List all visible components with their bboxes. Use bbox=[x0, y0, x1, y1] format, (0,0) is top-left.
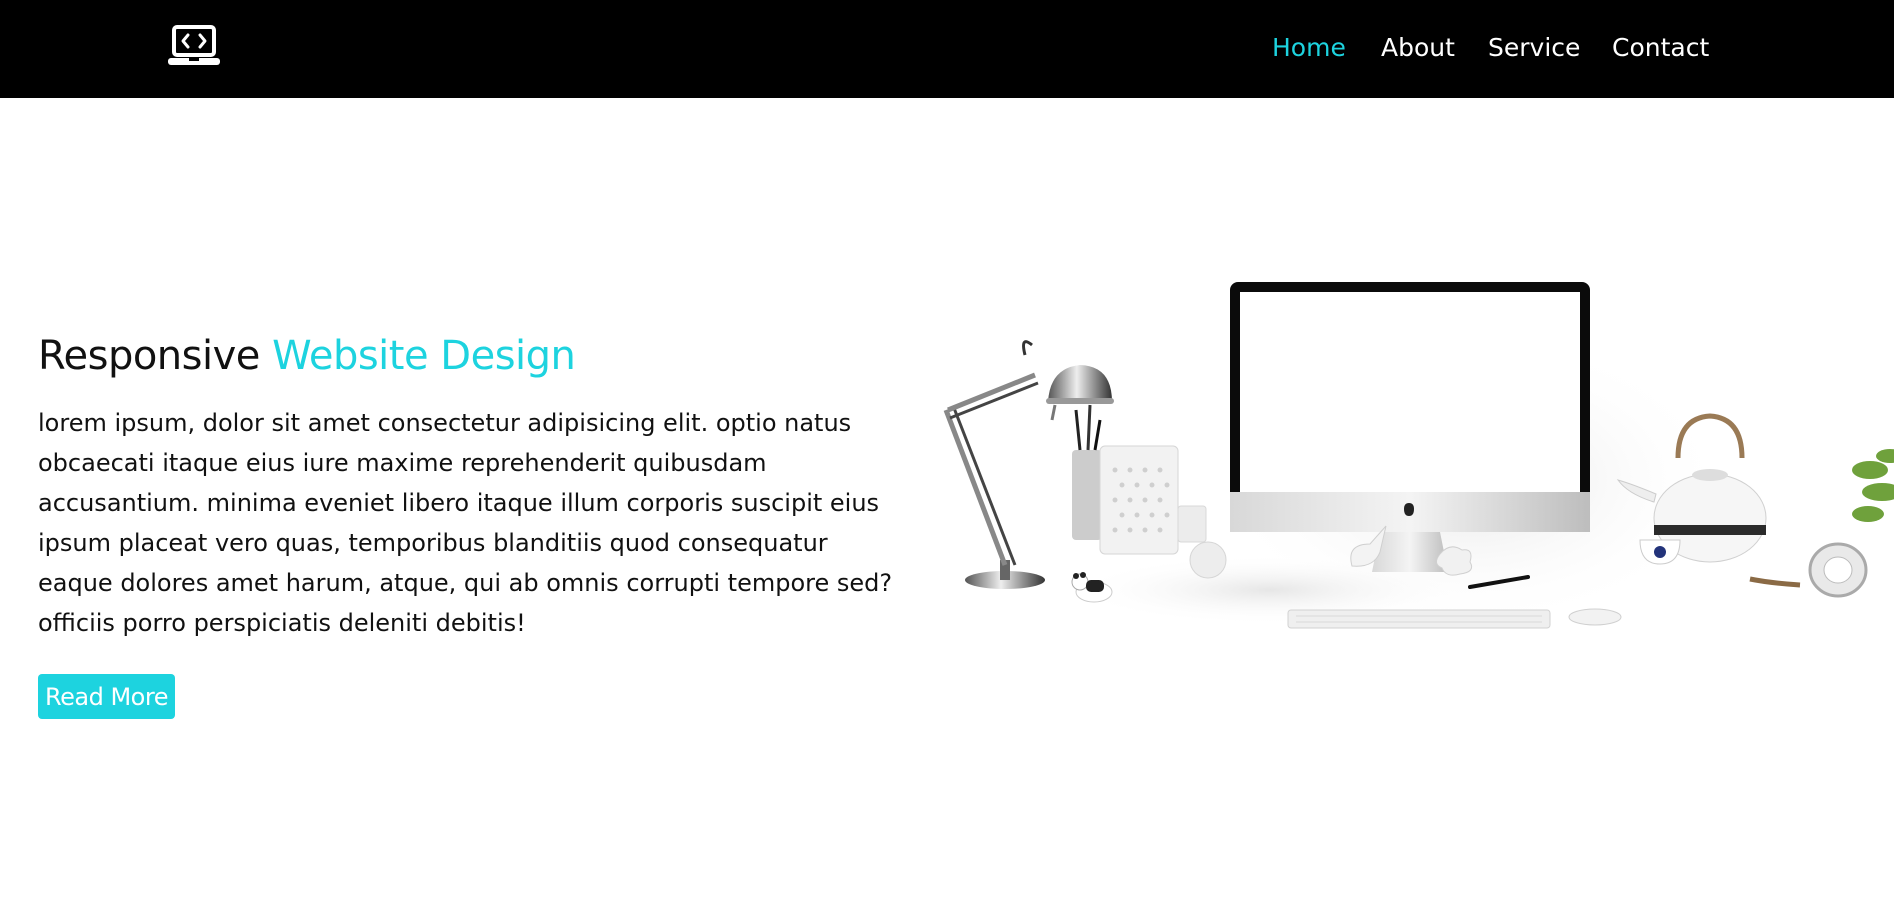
hero-title-part1: Responsive bbox=[38, 333, 260, 379]
desk-with-computer-illustration bbox=[943, 282, 1894, 630]
hero-title: Responsive Website Design bbox=[38, 328, 576, 384]
read-more-button[interactable]: Read More bbox=[38, 674, 175, 719]
pencil-holders bbox=[1072, 404, 1227, 579]
hero-description: lorem ipsum, dolor sit amet consectetur … bbox=[38, 409, 893, 637]
nav-link-contact[interactable]: Contact bbox=[1612, 30, 1709, 66]
headphones-and-plant bbox=[1749, 449, 1894, 598]
computer-monitor bbox=[1230, 282, 1590, 572]
main-nav: Home About Service Contact bbox=[0, 0, 1894, 98]
nav-link-service[interactable]: Service bbox=[1488, 30, 1580, 66]
hero-title-accent: Website Design bbox=[272, 333, 576, 379]
nav-link-home[interactable]: Home bbox=[1272, 30, 1346, 66]
nav-link-about[interactable]: About bbox=[1381, 30, 1455, 66]
top-navbar: Home About Service Contact bbox=[0, 0, 1894, 98]
